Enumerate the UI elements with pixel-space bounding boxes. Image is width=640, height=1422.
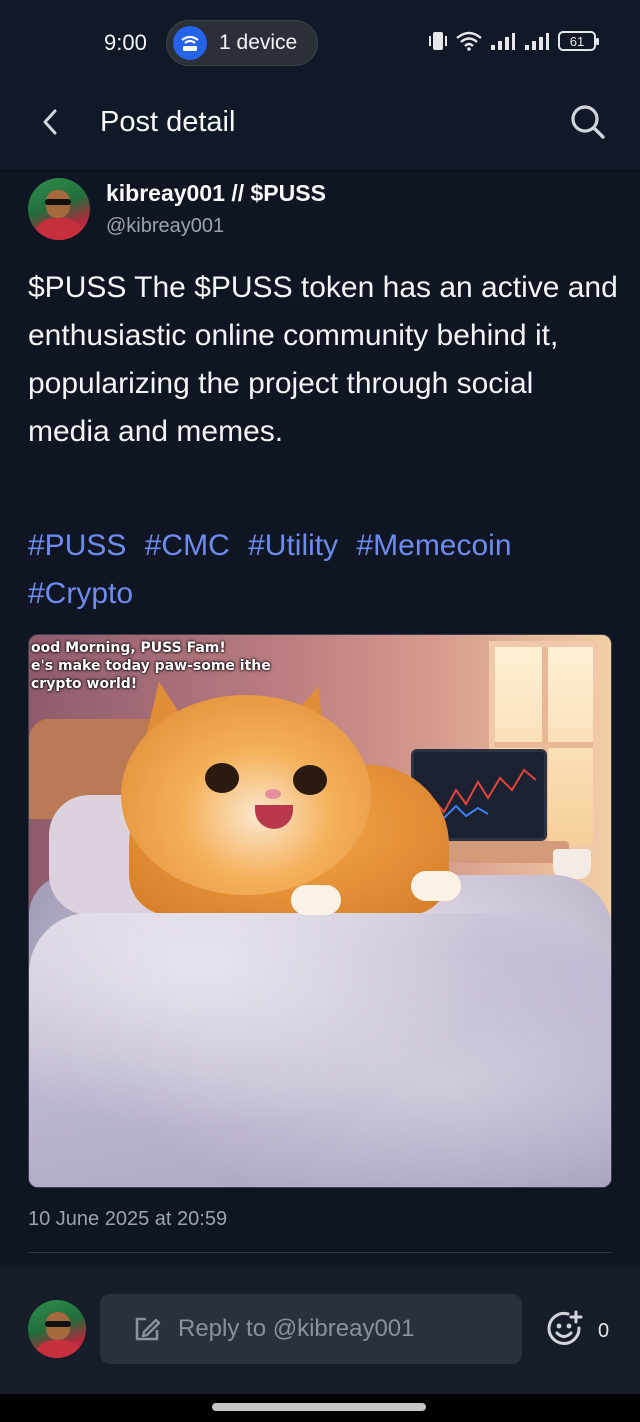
avatar[interactable]: [28, 178, 90, 240]
status-time: 9:00: [104, 30, 147, 55]
status-icons: 61: [428, 30, 599, 52]
post-image[interactable]: ood Morning, PUSS Fam! e's make today pa…: [28, 634, 612, 1188]
hashtag-memecoin[interactable]: #Memecoin: [356, 529, 511, 562]
status-bar: 9:00 1 device 61: [0, 0, 640, 86]
hashtag-utility[interactable]: #Utility: [248, 529, 338, 562]
app-header: Post detail: [0, 86, 640, 170]
wifi-router-icon: [173, 26, 207, 60]
signal-icon: [491, 33, 515, 50]
hashtag-cmc[interactable]: #CMC: [145, 529, 230, 562]
reaction-count: 0: [598, 1320, 610, 1342]
vibrate-icon: [429, 32, 447, 50]
battery-icon: 61: [558, 31, 599, 51]
reply-avatar: [28, 1300, 86, 1358]
post-text: $PUSS The $PUSS token has an active and …: [28, 271, 618, 448]
connected-devices-pill[interactable]: 1 device: [166, 20, 318, 66]
smile-plus-icon: [547, 1310, 583, 1345]
author-name[interactable]: kibreay001 // $PUSS: [106, 180, 326, 207]
home-gesture-pill[interactable]: [212, 1403, 426, 1411]
author-row[interactable]: [28, 178, 90, 240]
image-caption: ood Morning, PUSS Fam! e's make today pa…: [31, 640, 271, 692]
page-title: Post detail: [100, 106, 236, 138]
hashtag-crypto[interactable]: #Crypto: [28, 577, 133, 610]
navigation-gesture-area: [0, 1394, 640, 1422]
edit-icon: [135, 1317, 161, 1341]
post-detail: kibreay001 // $PUSS @kibreay001 $PUSS Th…: [0, 172, 640, 1264]
hashtag-puss[interactable]: #PUSS: [28, 529, 126, 562]
back-button[interactable]: [30, 102, 70, 142]
emoji-reaction-button[interactable]: [546, 1310, 584, 1348]
reply-bar: Reply to @kibreay001 0: [0, 1266, 640, 1394]
reply-input[interactable]: Reply to @kibreay001: [100, 1294, 522, 1364]
hashtag-list: #PUSS #CMC #Utility #Memecoin #Crypto: [28, 522, 618, 618]
post-date: 10 June 2025 at 20:59: [28, 1208, 228, 1230]
search-icon: [571, 105, 605, 139]
device-pill-label: 1 device: [219, 31, 298, 54]
search-button[interactable]: [566, 100, 610, 144]
signal-icon-2: [525, 33, 549, 50]
reply-placeholder: Reply to @kibreay001: [178, 1315, 415, 1342]
wifi-icon: [456, 31, 482, 51]
divider: [28, 1252, 612, 1253]
author-handle[interactable]: @kibreay001: [106, 215, 224, 238]
chevron-left-icon: [43, 109, 57, 135]
